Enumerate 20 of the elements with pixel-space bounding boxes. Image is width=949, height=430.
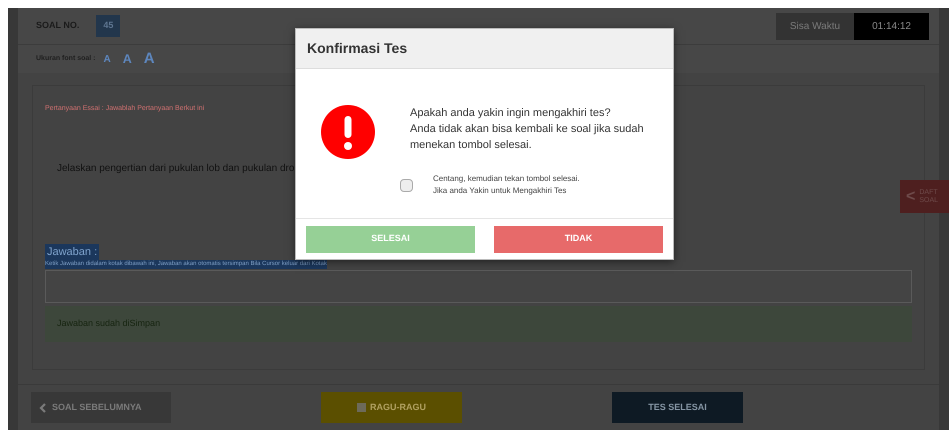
doubt-button[interactable]: RAGU-RAGU [321, 392, 462, 423]
font-size-option[interactable]: A [144, 48, 155, 70]
timer-label: Sisa Waktu [776, 12, 854, 40]
finish-button[interactable]: SELESAI [306, 226, 475, 252]
answer-label: Jawaban : [45, 244, 100, 260]
dialog-message: Apakah anda yakin ingin mengakhiri tes? Anda tidak akan bisa kembali ke soal jika sudah menekan tombol selesai. [410, 106, 644, 153]
chevron-left-icon [39, 402, 46, 412]
finish-test-button[interactable]: TES SELESAI [612, 392, 743, 423]
font-size-option[interactable]: A [122, 50, 132, 68]
doubt-checkbox[interactable] [357, 403, 366, 412]
previous-question-button[interactable]: SOAL SEBELUMNYA [31, 392, 171, 423]
confirm-checkbox[interactable] [400, 178, 413, 192]
font-size-option[interactable]: A [104, 52, 111, 66]
question-number: 45 [96, 15, 120, 37]
warning-icon [321, 105, 375, 159]
timer-value: 01:14:12 [854, 12, 929, 40]
answer-field[interactable] [45, 270, 912, 303]
confirm-instruction: Centang, kemudian tekan tombol selesai. Jika anda Yakin untuk Mengakhiri Tes [433, 173, 580, 197]
cancel-button[interactable]: TIDAK [494, 226, 663, 252]
dialog-title: Konfirmasi Tes [307, 39, 408, 58]
